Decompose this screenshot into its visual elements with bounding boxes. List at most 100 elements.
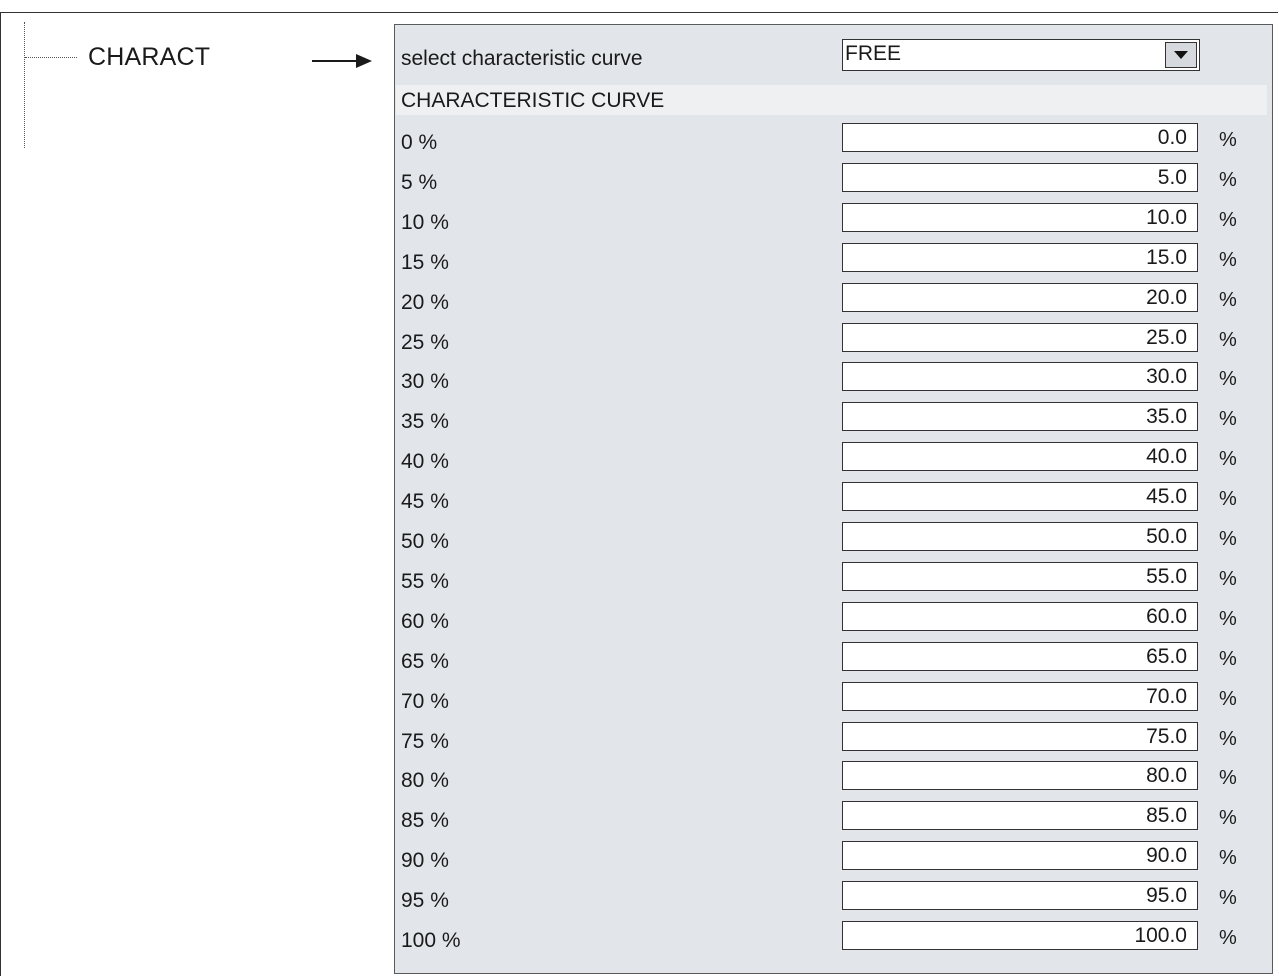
table-row: 10 % 10.0% [395,199,1272,239]
curve-point-value-field[interactable]: 0.0 [842,123,1198,152]
unit-label: % [1219,687,1237,710]
curve-point-label: 25 % [401,330,449,354]
curve-point-label: 40 % [401,450,449,474]
right-arrow-icon [312,53,372,69]
curve-point-value-field[interactable]: 60.0 [842,601,1198,631]
characteristic-select[interactable]: FREE [842,39,1200,71]
curve-point-value-field[interactable]: 50.0 [842,522,1198,551]
curve-point-label: 50 % [401,530,449,553]
table-row: 40 % 40.0% [395,438,1272,478]
curve-point-value: 80.0 [1146,764,1187,788]
curve-point-value: 15.0 [1146,245,1187,269]
curve-point-value-field[interactable]: 5.0 [842,162,1198,192]
curve-point-value: 55.0 [1146,564,1187,588]
curve-point-value-field[interactable]: 55.0 [842,561,1198,591]
unit-label: % [1219,727,1237,750]
unit-label: % [1219,129,1237,151]
tree-node-charact[interactable]: CHARACT [88,43,210,72]
table-row: 85 % 85.0% [395,797,1272,837]
select-characteristic-label: select characteristic curve [401,47,643,70]
curve-point-value-field[interactable]: 65.0 [842,641,1198,671]
curve-point-label: 30 % [401,370,449,394]
table-row: 80 % 80.0% [395,757,1272,797]
table-row: 75 % 75.0% [395,718,1272,758]
curve-point-label: 45 % [401,490,449,514]
unit-label: % [1219,567,1237,590]
tree-connector-horizontal [25,57,77,58]
curve-point-value: 60.0 [1146,604,1187,628]
table-row: 100 % 100.0% [395,917,1272,957]
unit-label: % [1219,607,1237,630]
curve-point-value-field[interactable]: 35.0 [842,402,1198,432]
table-row: 15 % 15.0% [395,239,1272,279]
unit-label: % [1219,408,1237,431]
curve-point-label: 95 % [401,889,449,913]
curve-point-label: 65 % [401,649,449,673]
curve-point-label: 75 % [401,729,449,753]
dropdown-button[interactable] [1165,42,1197,68]
curve-point-label: 70 % [401,689,449,713]
curve-point-value: 95.0 [1146,884,1187,908]
curve-point-value-field[interactable]: 75.0 [842,721,1198,751]
table-row: 25 % 25.0% [395,319,1272,359]
curve-point-value-field[interactable]: 15.0 [842,242,1198,272]
curve-point-label: 60 % [401,609,449,633]
curve-point-value-field[interactable]: 90.0 [842,841,1198,871]
curve-point-value: 70.0 [1146,684,1187,708]
curve-point-value: 45.0 [1146,485,1187,509]
curve-point-value-field[interactable]: 100.0 [842,921,1198,950]
curve-point-value-field[interactable]: 45.0 [842,482,1198,512]
curve-point-value-field[interactable]: 10.0 [842,202,1198,232]
table-row: 45 % 45.0% [395,478,1272,518]
table-row: 20 % 20.0% [395,279,1272,319]
curve-point-value: 20.0 [1146,285,1187,309]
unit-label: % [1219,248,1237,271]
curve-point-value: 75.0 [1146,724,1187,748]
table-row: 5 % 5.0% [395,159,1272,199]
unit-label: % [1219,927,1237,949]
curve-point-value: 35.0 [1146,405,1187,429]
table-row: 95 % 95.0% [395,877,1272,917]
curve-point-value: 100.0 [1134,924,1187,947]
section-header: CHARACTERISTIC CURVE [396,85,1267,115]
unit-label: % [1219,528,1237,550]
curve-point-value-field[interactable]: 20.0 [842,282,1198,312]
characteristic-select-value: FREE [845,42,902,65]
curve-point-value: 5.0 [1157,165,1187,189]
curve-point-value-field[interactable]: 30.0 [842,362,1198,392]
table-row: 60 % 60.0% [395,598,1272,638]
curve-point-label: 15 % [401,250,449,274]
curve-point-value-field[interactable]: 85.0 [842,801,1198,831]
chevron-down-icon [1174,51,1188,59]
curve-point-value: 40.0 [1146,445,1187,469]
curve-point-label: 85 % [401,809,449,833]
curve-point-value: 0.0 [1157,126,1187,149]
unit-label: % [1219,767,1237,790]
table-row: 50 % 50.0% [395,518,1272,558]
table-row: 0 % 0.0% [395,119,1272,159]
curve-point-value-field[interactable]: 80.0 [842,761,1198,791]
table-row: 35 % 35.0% [395,398,1272,438]
table-row: 55 % 55.0% [395,558,1272,598]
unit-label: % [1219,847,1237,870]
tree-connector-vertical [24,22,25,148]
curve-point-label: 90 % [401,849,449,873]
curve-point-value-field[interactable]: 95.0 [842,881,1198,911]
unit-label: % [1219,168,1237,191]
curve-point-label: 0 % [401,131,438,154]
curve-point-value: 30.0 [1146,365,1187,389]
table-row: 90 % 90.0% [395,837,1272,877]
unit-label: % [1219,807,1237,830]
curve-point-value: 25.0 [1146,325,1187,349]
curve-point-value-field[interactable]: 70.0 [842,681,1198,711]
curve-point-label: 5 % [401,170,438,194]
curve-point-label: 55 % [401,569,449,593]
curve-point-value-field[interactable]: 25.0 [842,322,1198,352]
curve-point-label: 35 % [401,410,449,434]
curve-point-label: 80 % [401,769,449,793]
unit-label: % [1219,887,1237,910]
table-row: 30 % 30.0% [395,358,1272,398]
unit-label: % [1219,208,1237,231]
unit-label: % [1219,448,1237,471]
curve-point-value-field[interactable]: 40.0 [842,442,1198,472]
